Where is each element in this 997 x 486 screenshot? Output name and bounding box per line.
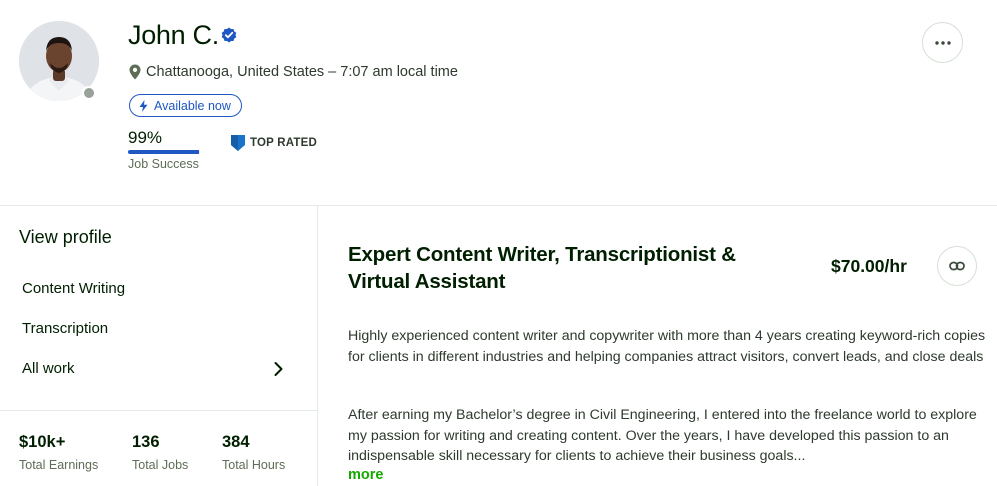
link-icon [949, 261, 965, 271]
profile-title: Expert Content Writer, Transcriptionist … [348, 243, 736, 293]
stat-total-earnings: $10k+ Total Earnings [19, 433, 98, 472]
stat-total-hours: 384 Total Hours [222, 433, 285, 472]
top-rated-label: TOP RATED [250, 137, 317, 149]
stat-label: Total Earnings [19, 458, 99, 472]
verified-badge-icon [221, 27, 237, 43]
job-success-bar [128, 150, 200, 154]
overview-paragraph-1: Highly experienced content writer and co… [348, 328, 986, 365]
sidebar-divider [0, 410, 318, 411]
profile-main: Expert Content Writer, Transcriptionist … [318, 206, 997, 486]
availability-badge[interactable]: Available now [129, 94, 242, 117]
stat-label: Total Jobs [132, 458, 189, 472]
profile-sidebar: View profile Content Writing Transcripti… [0, 206, 318, 486]
profile-name: John C. [128, 20, 219, 50]
sidebar-item-transcription[interactable]: Transcription [22, 320, 108, 337]
job-success-value: 99% [128, 128, 163, 147]
hourly-rate: $70.00/hr [831, 256, 907, 276]
more-options-icon [934, 40, 951, 45]
availability-label: Available now [154, 98, 231, 113]
offline-status-dot [82, 86, 96, 100]
stat-label: Total Hours [222, 458, 286, 472]
job-success-label: Job Success [128, 157, 199, 171]
chevron-right-icon[interactable] [272, 361, 284, 377]
top-rated-badge-icon [231, 135, 245, 151]
view-profile-heading: View profile [19, 227, 112, 247]
more-link[interactable]: more [348, 467, 383, 483]
location-row: Chattanooga, United States – 7:07 am loc… [129, 64, 458, 80]
job-success-fill [128, 150, 200, 154]
sidebar-item-content-writing[interactable]: Content Writing [22, 280, 125, 297]
sidebar-item-all-work[interactable]: All work [22, 360, 75, 377]
stat-value: $10k+ [19, 433, 66, 451]
location-pin-icon [129, 64, 141, 80]
stat-total-jobs: 136 Total Jobs [132, 433, 188, 472]
stat-value: 136 [132, 433, 160, 451]
location-text: Chattanooga, United States – 7:07 am loc… [146, 64, 458, 80]
more-options-button[interactable] [922, 22, 963, 63]
top-rated-badge[interactable]: TOP RATED [231, 135, 317, 151]
lightning-icon [139, 99, 148, 112]
stat-value: 384 [222, 433, 250, 451]
overview-paragraph-2: After earning my Bachelor’s degree in Ci… [348, 407, 977, 464]
copy-link-button[interactable] [937, 246, 977, 286]
profile-header: John C. Chattanooga, United States – 7:0… [0, 0, 997, 206]
